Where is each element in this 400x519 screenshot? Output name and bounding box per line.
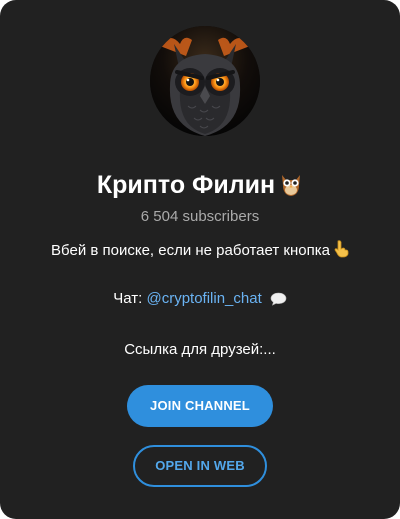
description-line-chat: Чат: @cryptofilin_chat [0,290,400,311]
description-search-text: Вбей в поиске, если не работает кнопка [51,242,330,259]
channel-title: Крипто Филин [0,170,400,204]
channel-title-text: Крипто Филин [96,171,276,199]
owl-emoji-icon [279,171,303,204]
chat-link[interactable]: @cryptofilin_chat [146,290,261,307]
chat-label: Чат: [113,290,143,307]
join-channel-button[interactable]: JOIN CHANNEL [127,385,273,427]
channel-avatar [150,26,260,136]
channel-preview-card: Крипто Филин 6 504 subscribers Вбей в по… [0,0,400,519]
owl-avatar-image [150,26,260,136]
subscriber-count: 6 504 subscribers [140,208,260,225]
description-line-friends: Ссылка для друзей:... [124,341,276,358]
open-in-web-button[interactable]: OPEN IN WEB [133,445,267,487]
speech-bubble-icon [270,292,287,311]
description-line-search: Вбей в поиске, если не работает кнопка [0,240,400,263]
pointing-down-hand-icon [333,240,349,263]
